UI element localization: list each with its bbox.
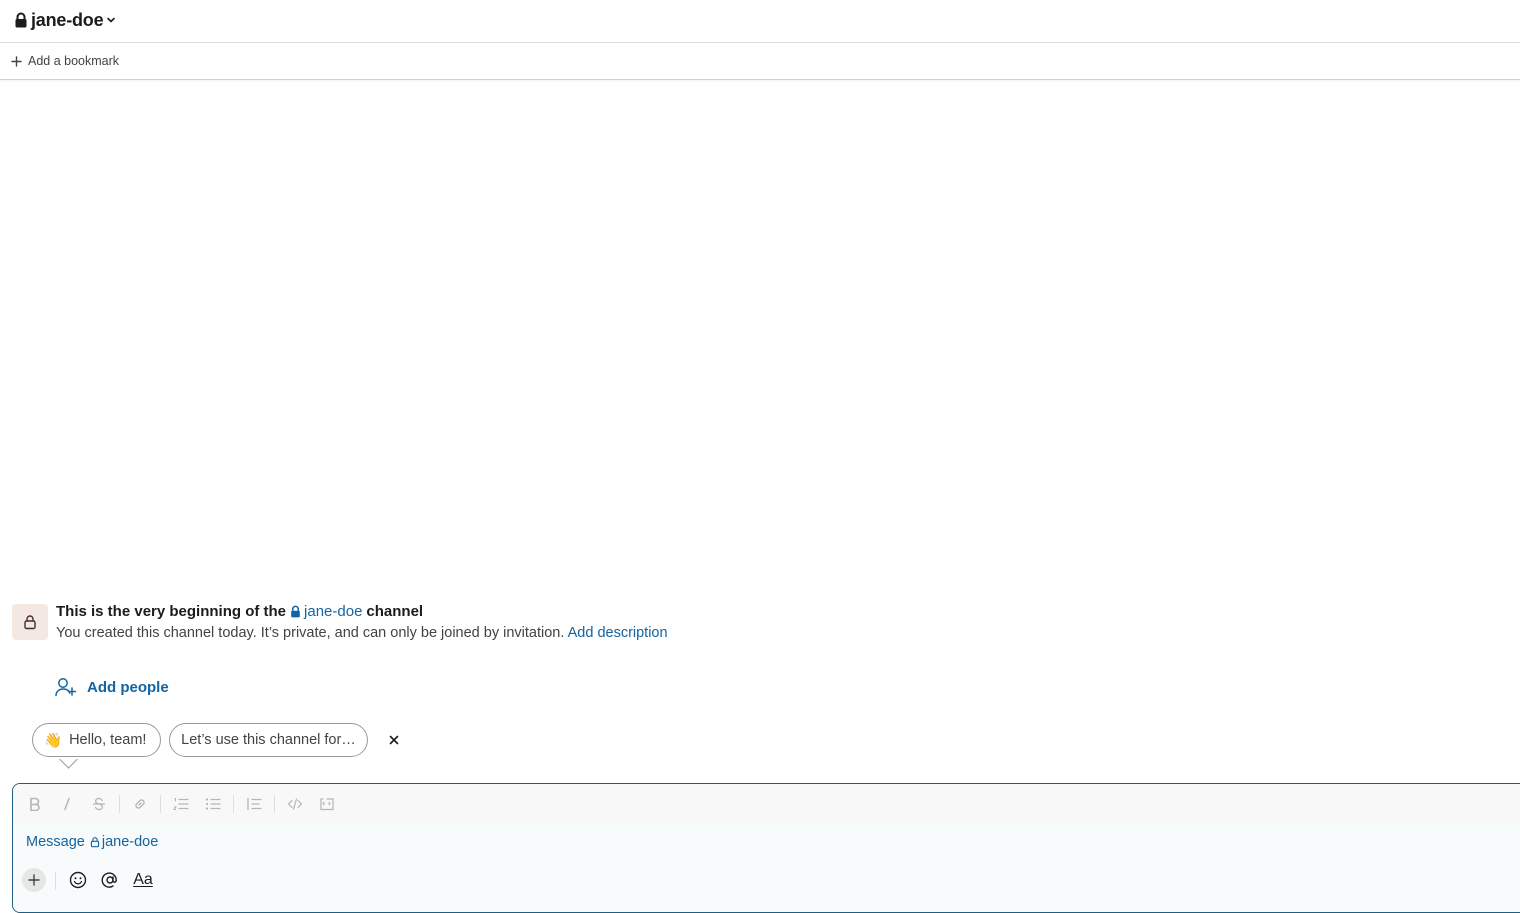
add-people-label: Add people: [87, 678, 169, 696]
suggestion-use-channel-for[interactable]: Let’s use this channel for…: [169, 723, 368, 757]
channel-intro-title: This is the very beginning of the jane-d…: [56, 603, 423, 620]
lock-outline-icon: [90, 836, 100, 848]
code-block-icon[interactable]: [317, 794, 337, 814]
channel-name: jane-doe: [31, 9, 104, 30]
plus-icon: [11, 55, 22, 67]
channel-header: jane-doe: [0, 0, 1520, 43]
chevron-down-icon: [106, 15, 116, 25]
emoji-icon[interactable]: [67, 869, 89, 891]
channel-intro-description: You created this channel today. It’s pri…: [56, 625, 668, 641]
strikethrough-icon[interactable]: [89, 794, 109, 814]
bold-icon[interactable]: [25, 794, 45, 814]
italic-icon[interactable]: [57, 794, 77, 814]
attach-plus-button[interactable]: [22, 868, 46, 892]
add-people-button[interactable]: Add people: [55, 676, 169, 698]
bulleted-list-icon[interactable]: [203, 794, 223, 814]
bookmark-bar: Add a bookmark: [0, 43, 1520, 80]
suggestion-label: Hello, team!: [69, 732, 147, 748]
add-bookmark-label: Add a bookmark: [28, 54, 120, 68]
add-person-icon: [55, 677, 77, 697]
placeholder-channel: jane-doe: [90, 834, 158, 850]
placeholder-channel-name: jane-doe: [101, 834, 159, 850]
intro-title-prefix: This is the very beginning of the: [56, 603, 287, 620]
toolbar-divider: [233, 795, 234, 813]
intro-description-text: You created this channel today. It’s pri…: [56, 625, 565, 641]
intro-title-suffix: channel: [366, 603, 424, 620]
formatting-toggle-label: Aa: [133, 871, 153, 888]
formatting-toggle-button[interactable]: Aa: [131, 869, 155, 891]
link-icon[interactable]: [130, 794, 150, 814]
mention-icon[interactable]: [99, 869, 121, 891]
blockquote-icon[interactable]: [244, 794, 264, 814]
wave-emoji-icon: 👋: [44, 732, 63, 749]
suggestion-hello-team[interactable]: 👋 Hello, team!: [32, 723, 161, 757]
intro-channel-name: jane-doe: [304, 603, 363, 620]
channel-intro-lock-badge: [12, 604, 48, 640]
intro-channel-link[interactable]: jane-doe: [290, 603, 362, 620]
toolbar-divider: [119, 795, 120, 813]
message-composer[interactable]: Message jane-doe Aa: [12, 783, 1520, 913]
close-suggestions-icon[interactable]: [386, 732, 402, 748]
lock-icon: [290, 605, 301, 618]
composer-divider: [55, 872, 56, 890]
lock-outline-icon: [23, 614, 37, 630]
message-input-placeholder[interactable]: Message jane-doe: [26, 834, 158, 850]
add-description-link[interactable]: Add description: [568, 625, 668, 641]
toolbar-divider: [160, 795, 161, 813]
placeholder-prefix: Message: [26, 834, 85, 850]
suggestion-label: Let’s use this channel for…: [181, 732, 356, 748]
numbered-list-icon[interactable]: [171, 794, 191, 814]
channel-name-button[interactable]: jane-doe: [14, 8, 116, 32]
add-bookmark-button[interactable]: Add a bookmark: [11, 52, 119, 70]
code-icon[interactable]: [285, 794, 305, 814]
toolbar-divider: [274, 795, 275, 813]
formatting-toolbar: [13, 784, 1520, 824]
lock-icon: [14, 12, 28, 28]
